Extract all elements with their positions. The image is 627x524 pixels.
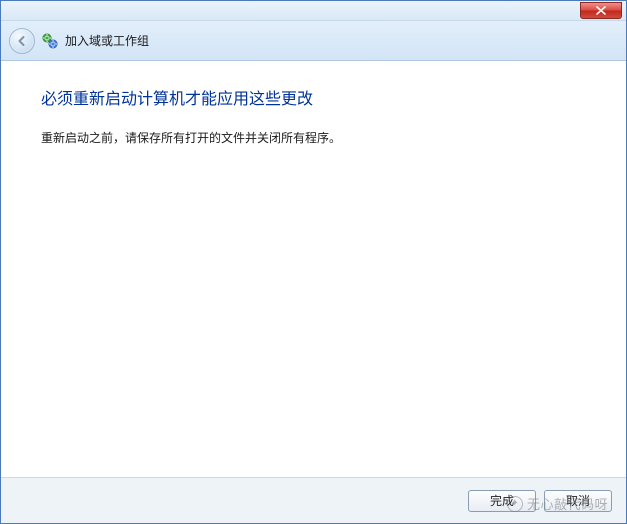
body-text: 重新启动之前，请保存所有打开的文件并关闭所有程序。 xyxy=(41,129,586,146)
back-button[interactable] xyxy=(9,28,35,54)
cancel-button-label: 取消 xyxy=(566,492,590,509)
close-button[interactable] xyxy=(580,2,622,19)
titlebar xyxy=(1,1,626,21)
footer-bar: 完成 取消 xyxy=(1,477,626,523)
header-title: 加入域或工作组 xyxy=(65,32,149,49)
back-arrow-icon xyxy=(15,34,29,48)
finish-button[interactable]: 完成 xyxy=(468,490,536,512)
domain-network-icon xyxy=(41,32,59,50)
wizard-window: 加入域或工作组 必须重新启动计算机才能应用这些更改 重新启动之前，请保存所有打开… xyxy=(0,0,627,524)
close-icon xyxy=(596,6,606,15)
cancel-button[interactable]: 取消 xyxy=(544,490,612,512)
content-area: 必须重新启动计算机才能应用这些更改 重新启动之前，请保存所有打开的文件并关闭所有… xyxy=(1,61,626,477)
header-bar: 加入域或工作组 xyxy=(1,21,626,61)
finish-button-label: 完成 xyxy=(490,492,514,509)
main-heading: 必须重新启动计算机才能应用这些更改 xyxy=(41,85,586,109)
